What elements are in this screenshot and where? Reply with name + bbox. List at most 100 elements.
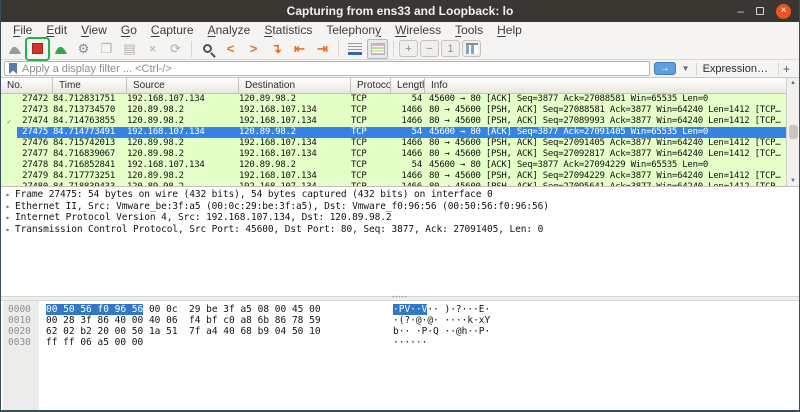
menu-item[interactable]: Wireless xyxy=(389,23,447,38)
packet-no: 27475 xyxy=(17,127,53,138)
go-forward-icon[interactable]: > xyxy=(243,39,264,59)
scrollbar-thumb[interactable] xyxy=(789,125,798,139)
zoom-in-icon[interactable]: + xyxy=(399,40,418,57)
column-header-no[interactable]: No. xyxy=(1,78,53,93)
menu-item[interactable]: Analyze xyxy=(202,23,257,38)
hex-row[interactable]: 0010 00 28 3f 86 40 00 40 06 f4 bf c0 a8… xyxy=(1,315,799,326)
add-filter-button[interactable]: + xyxy=(778,62,796,76)
filter-bookmark-icon[interactable] xyxy=(9,63,17,74)
apply-filter-button[interactable]: → xyxy=(654,62,676,75)
go-first-packet-icon[interactable]: ⇤ xyxy=(289,39,310,59)
capture-stop-icon[interactable] xyxy=(27,39,48,59)
menu-item[interactable]: View xyxy=(75,23,113,38)
filter-history-dropdown-icon[interactable]: ▼ xyxy=(680,64,692,73)
menu-item[interactable]: File xyxy=(7,23,38,38)
zoom-out-icon[interactable]: − xyxy=(420,40,439,57)
scroll-up-icon[interactable]: ▲ xyxy=(790,80,796,86)
packet-source: 120.89.98.2 xyxy=(127,182,239,186)
packet-info: 45600 → 80 [ACK] Seq=3877 Ack=27091405 W… xyxy=(425,127,785,138)
packet-destination: 192.168.107.134 xyxy=(239,138,351,149)
hex-ascii[interactable]: b·· ·P·Q ··@h··P· xyxy=(393,326,490,337)
packet-row[interactable]: 27478 84.716852841 192.168.107.134 120.8… xyxy=(1,160,799,171)
menu-item[interactable]: Statistics xyxy=(258,23,318,38)
packet-source: 120.89.98.2 xyxy=(127,138,239,149)
zoom-100-icon[interactable]: 1 xyxy=(441,40,460,57)
hex-ascii[interactable]: ·(?·@·@· ····k·xY xyxy=(393,315,490,326)
hex-bytes[interactable]: 00 50 56 f0 96 56 00 0c 29 be 3f a5 08 0… xyxy=(46,304,346,315)
go-last-packet-icon[interactable]: ⇥ xyxy=(312,39,333,59)
expand-icon[interactable]: ▸ xyxy=(1,201,15,213)
hex-bytes[interactable]: 00 28 3f 86 40 00 40 06 f4 bf c0 a8 6b 8… xyxy=(46,315,346,326)
expand-icon[interactable]: ▸ xyxy=(1,224,15,236)
resize-columns-icon[interactable] xyxy=(462,40,481,57)
packet-time: 84.714763855 xyxy=(53,116,127,127)
capture-start-icon[interactable] xyxy=(4,39,25,59)
menu-item[interactable]: Edit xyxy=(40,23,73,38)
detail-row[interactable]: ▸ Frame 27475: 54 bytes on wire (432 bit… xyxy=(1,189,799,201)
toolbar-separator xyxy=(191,41,192,57)
display-filter-input[interactable]: Apply a display filter ... <Ctrl-/> xyxy=(4,61,650,76)
hex-bytes[interactable]: 62 02 b2 20 00 50 1a 51 7f a4 40 68 b9 0… xyxy=(46,326,346,337)
hex-bytes[interactable]: ff ff 06 a5 00 00 xyxy=(46,337,346,348)
related-packet-mark xyxy=(1,160,17,171)
packet-row[interactable]: 27475 84.714773491 192.168.107.134 120.8… xyxy=(1,127,799,138)
packet-protocol: TCP xyxy=(351,94,391,105)
colorize-icon[interactable] xyxy=(367,39,388,59)
save-file-icon[interactable]: ▤ xyxy=(119,39,140,59)
maximize-icon[interactable] xyxy=(756,7,764,15)
hex-ascii[interactable]: ······ xyxy=(393,337,427,348)
column-header-length[interactable]: Length xyxy=(391,78,425,93)
menu-item[interactable]: Help xyxy=(491,23,528,38)
toolbar-separator xyxy=(338,41,339,57)
auto-scroll-icon[interactable] xyxy=(344,39,365,59)
expression-button[interactable]: Expression… xyxy=(696,63,774,75)
packet-source: 192.168.107.134 xyxy=(127,160,239,171)
column-header-info[interactable]: Info xyxy=(425,78,785,93)
hex-row[interactable]: 0000 00 50 56 f0 96 56 00 0c 29 be 3f a5… xyxy=(1,304,799,315)
packet-row[interactable]: 27472 84.712831751 192.168.107.134 120.8… xyxy=(1,94,799,105)
close-icon[interactable]: × xyxy=(776,4,791,19)
packet-row[interactable]: 27476 84.715742013 120.89.98.2 192.168.1… xyxy=(1,138,799,149)
menu-item[interactable]: Telephony xyxy=(320,23,387,38)
menu-item[interactable]: Capture xyxy=(145,23,200,38)
expand-icon[interactable]: ▸ xyxy=(1,212,15,224)
related-packet-mark: ✓ xyxy=(1,116,17,127)
go-to-packet-icon[interactable]: ↴ xyxy=(266,39,287,59)
packet-source: 120.89.98.2 xyxy=(127,171,239,182)
packet-info: 45600 → 80 [ACK] Seq=3877 Ack=27088581 W… xyxy=(425,94,785,105)
detail-text: Internet Protocol Version 4, Src: 192.16… xyxy=(15,212,392,224)
column-header-protocol[interactable]: Protocol xyxy=(351,78,391,93)
packet-length: 54 xyxy=(391,94,425,105)
detail-row[interactable]: ▸ Transmission Control Protocol, Src Por… xyxy=(1,224,799,236)
expand-icon[interactable]: ▸ xyxy=(1,189,15,201)
packet-list-scrollbar[interactable]: ▲ ▼ xyxy=(786,78,799,186)
capture-restart-icon[interactable] xyxy=(50,39,71,59)
hex-row[interactable]: 0020 62 02 b2 20 00 50 1a 51 7f a4 40 68… xyxy=(1,326,799,337)
packet-row[interactable]: 27479 84.717773251 120.89.98.2 192.168.1… xyxy=(1,171,799,182)
reload-icon[interactable]: ⟳ xyxy=(165,39,186,59)
menu-item[interactable]: Go xyxy=(115,23,143,38)
find-packet-icon[interactable] xyxy=(197,39,218,59)
hex-row[interactable]: 0030 ff ff 06 a5 00 00 ······ xyxy=(1,337,799,348)
open-file-icon[interactable]: ❐ xyxy=(96,39,117,59)
packet-row[interactable]: ✓ 27474 84.714763855 120.89.98.2 192.168… xyxy=(1,116,799,127)
minimize-icon[interactable]: – xyxy=(737,6,744,16)
column-header-source[interactable]: Source xyxy=(127,78,239,93)
detail-row[interactable]: ▸ Ethernet II, Src: Vmware_be:3f:a5 (00:… xyxy=(1,201,799,213)
related-packet-mark xyxy=(1,138,17,149)
close-capture-icon[interactable]: × xyxy=(142,39,163,59)
detail-row[interactable]: ▸ Internet Protocol Version 4, Src: 192.… xyxy=(1,212,799,224)
go-back-icon[interactable]: < xyxy=(220,39,241,59)
column-header-time[interactable]: Time xyxy=(53,78,127,93)
menu-item[interactable]: Tools xyxy=(449,23,489,38)
packet-no: 27480 xyxy=(17,182,53,186)
packet-row[interactable]: 27477 84.716839067 120.89.98.2 192.168.1… xyxy=(1,149,799,160)
scroll-down-icon[interactable]: ▼ xyxy=(790,178,796,184)
packet-row[interactable]: 27480 84.718839433 120.89.98.2 192.168.1… xyxy=(1,182,799,186)
packet-length: 1466 xyxy=(391,171,425,182)
column-header-destination[interactable]: Destination xyxy=(239,78,351,93)
hex-ascii[interactable]: ·PV··V·· )·?···E· xyxy=(393,304,490,315)
packet-no: 27473 xyxy=(17,105,53,116)
packet-row[interactable]: 27473 84.713734570 120.89.98.2 192.168.1… xyxy=(1,105,799,116)
capture-options-icon[interactable]: ⚙ xyxy=(73,39,94,59)
